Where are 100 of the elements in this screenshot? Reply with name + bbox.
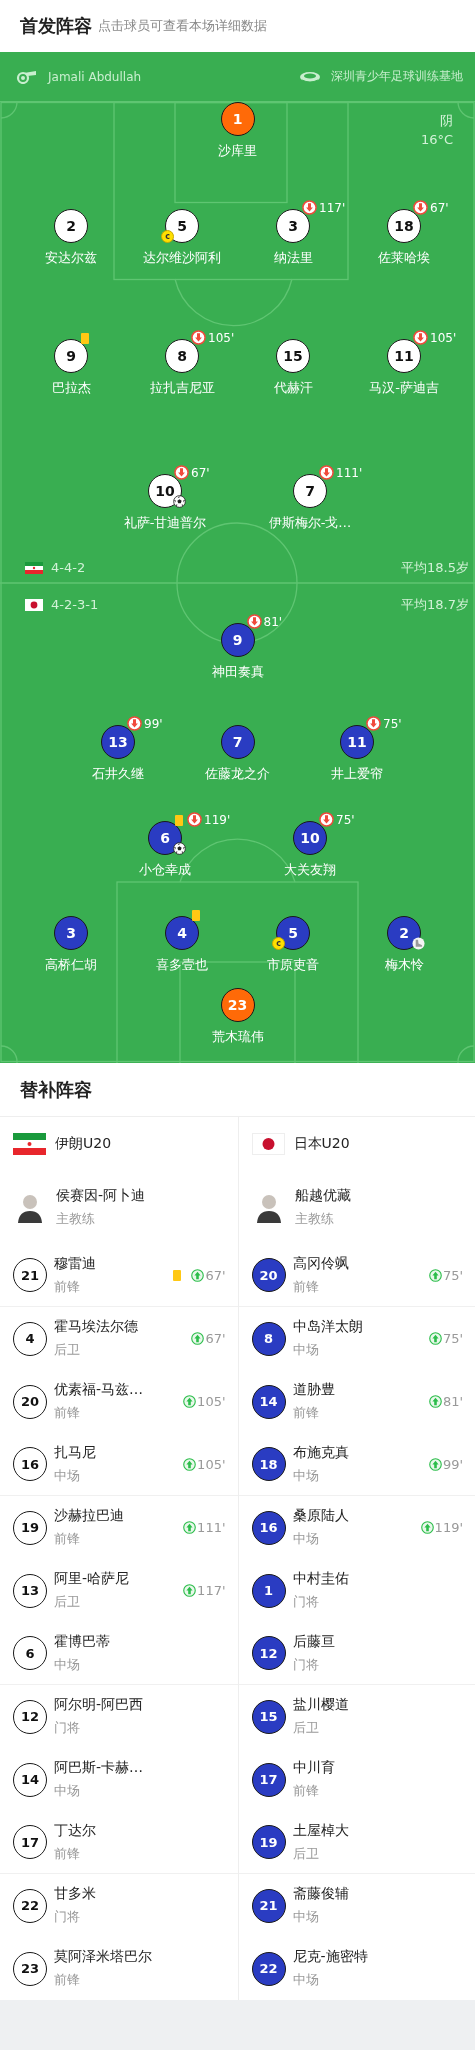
player-marker[interactable]: 3: [54, 916, 88, 950]
player-position: 前锋: [54, 1844, 81, 1863]
player-marker[interactable]: 9: [54, 339, 88, 373]
substitution-minute: 105': [197, 1394, 226, 1409]
player-number[interactable]: 22: [251, 1951, 286, 1986]
player-name: 中岛洋太朗: [292, 1318, 363, 1336]
substitution-in-icon: [420, 1521, 434, 1534]
player-number[interactable]: 8: [251, 1321, 286, 1356]
flag-icon: [251, 1132, 285, 1155]
player-position: 前锋: [292, 1404, 320, 1422]
player-number[interactable]: 16: [13, 1447, 47, 1481]
substitution-in-icon: [191, 1268, 205, 1282]
player-name: 阿里-哈萨尼: [54, 1570, 130, 1588]
temperature-text: 16°C: [420, 132, 453, 147]
player-name: 扎马尼: [54, 1443, 96, 1462]
substitution-minute: 119': [204, 812, 231, 827]
player-number[interactable]: 19: [251, 1825, 286, 1859]
substitution-in-icon: [183, 1584, 197, 1597]
player-marker[interactable]: 18: [387, 209, 421, 243]
player-position: 后卫: [292, 1844, 320, 1863]
player-number[interactable]: 21: [13, 1258, 47, 1292]
player-marker[interactable]: 4: [165, 916, 199, 950]
player-number[interactable]: 14: [251, 1384, 286, 1419]
substitution-out-icon: [319, 812, 334, 827]
substitution-out-icon: [127, 716, 142, 731]
coach-role: 主教练: [56, 1209, 96, 1228]
player-marker[interactable]: 7: [220, 725, 255, 759]
player-number[interactable]: 20: [13, 1384, 47, 1419]
player-number[interactable]: 19: [13, 1510, 47, 1545]
substitution-in-icon: [428, 1457, 442, 1471]
player-name: 喜多壹也: [156, 956, 208, 974]
average-age: 平均18.5岁: [401, 558, 469, 577]
player-number[interactable]: 21: [251, 1888, 286, 1923]
player-number[interactable]: 12: [251, 1636, 286, 1670]
player-name: 沙赫拉巴迪: [54, 1507, 124, 1525]
player-position: 中场: [292, 1971, 320, 1989]
player-number[interactable]: 18: [251, 1447, 286, 1481]
player-name: 甘多米: [54, 1885, 96, 1903]
flag-icon: [25, 598, 43, 611]
player-number[interactable]: 15: [251, 1699, 286, 1734]
substitution-minute: 75': [383, 716, 402, 731]
player-number[interactable]: 16: [251, 1510, 286, 1545]
player-marker[interactable]: 11: [340, 725, 374, 759]
player-position: 中场: [292, 1466, 320, 1485]
player-name: 小仓幸成: [139, 861, 191, 879]
player-number[interactable]: 14: [13, 1762, 47, 1797]
player-position: 前锋: [292, 1277, 320, 1296]
substitution-minute: 105': [208, 330, 235, 345]
player-marker[interactable]: 8: [165, 339, 199, 373]
ball-icon: [173, 495, 186, 508]
player-marker[interactable]: 7: [293, 474, 327, 508]
player-number[interactable]: 4: [13, 1321, 47, 1356]
substitution-minute: 105': [197, 1456, 226, 1472]
player-position: 中场: [54, 1655, 81, 1674]
player-name: 佐藤龙之介: [205, 765, 270, 783]
player-number[interactable]: 17: [13, 1825, 47, 1859]
player-number[interactable]: 20: [251, 1258, 286, 1292]
player-name: 高桥仁胡: [45, 956, 97, 974]
player-position: 中场: [292, 1341, 320, 1359]
player-position: 前锋: [292, 1782, 320, 1800]
average-age: 平均18.7岁: [401, 595, 469, 614]
player-number[interactable]: 12: [13, 1699, 47, 1734]
substitution-out-icon: [302, 200, 317, 215]
player-name: 大关友翔: [284, 861, 336, 879]
player-marker[interactable]: 9: [220, 623, 255, 657]
substitution-in-icon: [428, 1268, 442, 1282]
player-marker[interactable]: 2: [387, 916, 421, 950]
substitution-minute: 67': [205, 1267, 226, 1283]
player-number[interactable]: 1: [251, 1573, 286, 1608]
player-name: 纳法里: [273, 249, 313, 267]
player-marker[interactable]: 10: [148, 474, 182, 508]
player-marker[interactable]: 11: [387, 339, 421, 373]
player-name: 中村圭佑: [292, 1570, 349, 1588]
player-name: 马汉-萨迪吉: [369, 379, 439, 397]
player-name: 土屋棹大: [292, 1821, 349, 1840]
player-marker[interactable]: 10: [293, 821, 327, 855]
whistle-icon: [15, 69, 37, 84]
player-marker[interactable]: 13: [101, 725, 135, 759]
substitution-minute: 67': [191, 465, 210, 480]
substitution-out-icon: [191, 330, 206, 345]
section-title: 首发阵容: [20, 14, 92, 38]
section-title: 替补阵容: [20, 1077, 92, 1102]
player-number[interactable]: 13: [13, 1573, 47, 1608]
player-name: 霍博巴蒂: [54, 1632, 110, 1651]
flag-icon: [25, 561, 43, 574]
player-marker[interactable]: 15: [276, 339, 310, 373]
player-marker[interactable]: 2: [54, 209, 88, 243]
player-marker[interactable]: 3: [276, 209, 310, 243]
player-name: 霍马埃法尔德: [54, 1318, 138, 1336]
player-name: 神田奏真: [211, 663, 264, 681]
substitution-minute: 81': [263, 614, 283, 629]
substitution-out-icon: [187, 812, 202, 827]
substitution-in-icon: [183, 1395, 197, 1408]
player-number[interactable]: 6: [13, 1636, 47, 1670]
stadium-icon: [299, 70, 321, 83]
player-number[interactable]: 22: [13, 1888, 47, 1923]
weather-text: 阴: [440, 112, 453, 130]
player-name: 安达尔兹: [45, 249, 97, 267]
player-number[interactable]: 23: [13, 1951, 47, 1986]
player-number[interactable]: 17: [251, 1762, 286, 1797]
